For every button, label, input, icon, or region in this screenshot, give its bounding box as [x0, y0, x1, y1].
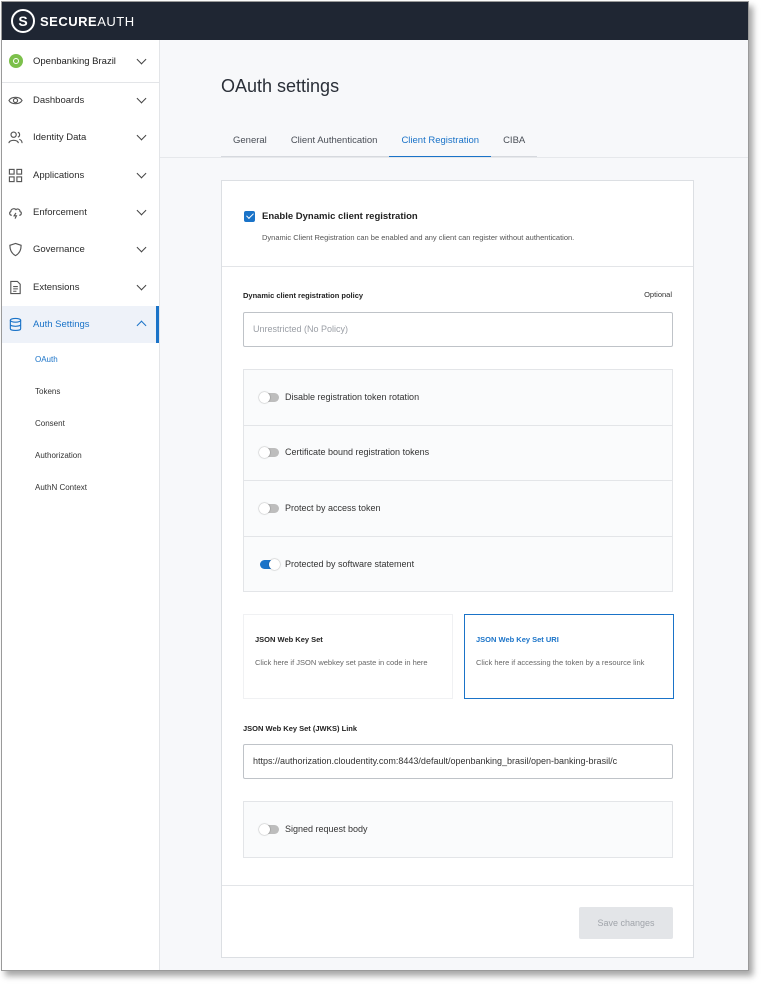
toggle-switch[interactable]: [260, 559, 280, 570]
sidebar-item-auth-settings[interactable]: Auth Settings: [2, 306, 159, 343]
toggle-switch[interactable]: [259, 392, 279, 403]
sidebar-subitem-authn-context[interactable]: AuthN Context: [35, 483, 87, 492]
toggle-label: Disable registration token rotation: [285, 392, 420, 402]
chevron-down-icon: [136, 168, 147, 179]
chevron-down-icon: [136, 54, 147, 65]
signed-request-box: Signed request body: [243, 801, 673, 858]
users-icon: [8, 131, 23, 144]
workspace-name: Openbanking Brazil: [33, 55, 116, 67]
logo[interactable]: S SECUREAUTH: [11, 9, 135, 33]
token-options-box: Disable registration token rotation Cert…: [243, 369, 673, 592]
toggle-switch[interactable]: [259, 503, 279, 514]
tab-client-registration[interactable]: Client Registration: [389, 128, 492, 158]
optional-label: Optional: [644, 290, 672, 299]
sidebar: Openbanking Brazil Dashboards Identity D…: [2, 40, 160, 970]
top-bar: S SECUREAUTH: [2, 2, 748, 40]
logo-icon: S: [11, 9, 35, 33]
sidebar-subitem-oauth[interactable]: OAuth: [35, 355, 58, 364]
sidebar-item-enforcement[interactable]: Enforcement: [2, 194, 159, 231]
enable-dcr-label: Enable Dynamic client registration: [262, 211, 418, 222]
divider: [222, 266, 693, 267]
cloud-bolt-icon: [9, 208, 22, 219]
toggle-row-disable-rotation: Disable registration token rotation: [244, 370, 672, 426]
sidebar-subitem-tokens[interactable]: Tokens: [35, 387, 60, 396]
chevron-down-icon: [136, 130, 147, 141]
jwks-link-input[interactable]: https://authorization.cloudentity.com:84…: [243, 744, 673, 779]
option-title: JSON Web Key Set: [255, 635, 323, 644]
sidebar-item-label: Extensions: [33, 282, 80, 293]
sidebar-item-label: Auth Settings: [33, 319, 90, 330]
option-description: Click here if JSON webkey set paste in c…: [255, 658, 428, 667]
sidebar-item-dashboards[interactable]: Dashboards: [2, 82, 159, 119]
client-registration-card: Enable Dynamic client registration Dynam…: [221, 180, 694, 958]
toggle-row-software-statement: Protected by software statement: [244, 537, 672, 592]
sidebar-item-label: Enforcement: [33, 207, 87, 218]
tab-ciba[interactable]: CIBA: [491, 128, 538, 157]
enable-dcr-description: Dynamic Client Registration can be enabl…: [262, 233, 575, 242]
header-divider: [160, 157, 748, 158]
jwks-link-label: JSON Web Key Set (JWKS) Link: [243, 724, 358, 733]
grid-icon: [8, 168, 23, 183]
chevron-up-icon: [136, 320, 147, 331]
option-title: JSON Web Key Set URI: [476, 635, 559, 644]
jwks-option-card[interactable]: JSON Web Key Set Click here if JSON webk…: [243, 614, 453, 699]
chevron-down-icon: [136, 205, 147, 216]
toggle-label: Protected by software statement: [285, 559, 415, 569]
app-window: S SECUREAUTH Openbanking Brazil Dashboar…: [1, 1, 749, 971]
sidebar-item-extensions[interactable]: Extensions: [2, 269, 159, 306]
jwks-uri-option-card[interactable]: JSON Web Key Set URI Click here if acces…: [464, 614, 674, 699]
save-changes-button[interactable]: Save changes: [579, 907, 673, 939]
policy-select[interactable]: Unrestricted (No Policy): [243, 312, 673, 347]
page-title: OAuth settings: [221, 76, 340, 96]
chevron-down-icon: [136, 242, 147, 253]
sidebar-subitem-authorization[interactable]: Authorization: [35, 451, 82, 460]
tab-client-authentication[interactable]: Client Authentication: [278, 128, 390, 157]
toggle-row-protect-access-token: Protect by access token: [244, 481, 672, 537]
sidebar-item-identity-data[interactable]: Identity Data: [2, 119, 159, 156]
database-icon: [9, 317, 22, 332]
eye-icon: [8, 96, 23, 105]
toggle-switch[interactable]: [259, 824, 279, 835]
toggle-switch[interactable]: [259, 447, 279, 458]
chevron-down-icon: [136, 93, 147, 104]
tab-general[interactable]: General: [221, 128, 279, 157]
shield-icon: [9, 242, 22, 257]
document-icon: [10, 280, 21, 295]
sidebar-item-applications[interactable]: Applications: [2, 157, 159, 194]
option-description: Click here if accessing the token by a r…: [476, 658, 645, 667]
toggle-label: Signed request body: [285, 824, 368, 834]
chevron-down-icon: [136, 280, 147, 291]
checkbox-checked-icon[interactable]: [244, 211, 255, 222]
settings-tabs: General Client Authentication Client Reg…: [221, 128, 538, 158]
enable-dcr-checkbox[interactable]: Enable Dynamic client registration: [244, 211, 418, 222]
sidebar-item-label: Dashboards: [33, 95, 85, 106]
toggle-label: Certificate bound registration tokens: [285, 447, 430, 457]
sidebar-item-governance[interactable]: Governance: [2, 231, 159, 268]
divider: [222, 885, 693, 886]
workspace-icon: [9, 54, 23, 68]
workspace-selector[interactable]: Openbanking Brazil: [2, 40, 159, 83]
sidebar-item-label: Applications: [33, 170, 85, 181]
policy-label: Dynamic client registration policy: [243, 291, 364, 300]
sidebar-item-label: Governance: [33, 244, 85, 255]
brand-name: SECUREAUTH: [40, 13, 135, 29]
toggle-row-certificate-bound: Certificate bound registration tokens: [244, 425, 672, 481]
toggle-label: Protect by access token: [285, 503, 381, 513]
sidebar-subitem-consent[interactable]: Consent: [35, 419, 65, 428]
sidebar-item-label: Identity Data: [33, 132, 87, 143]
